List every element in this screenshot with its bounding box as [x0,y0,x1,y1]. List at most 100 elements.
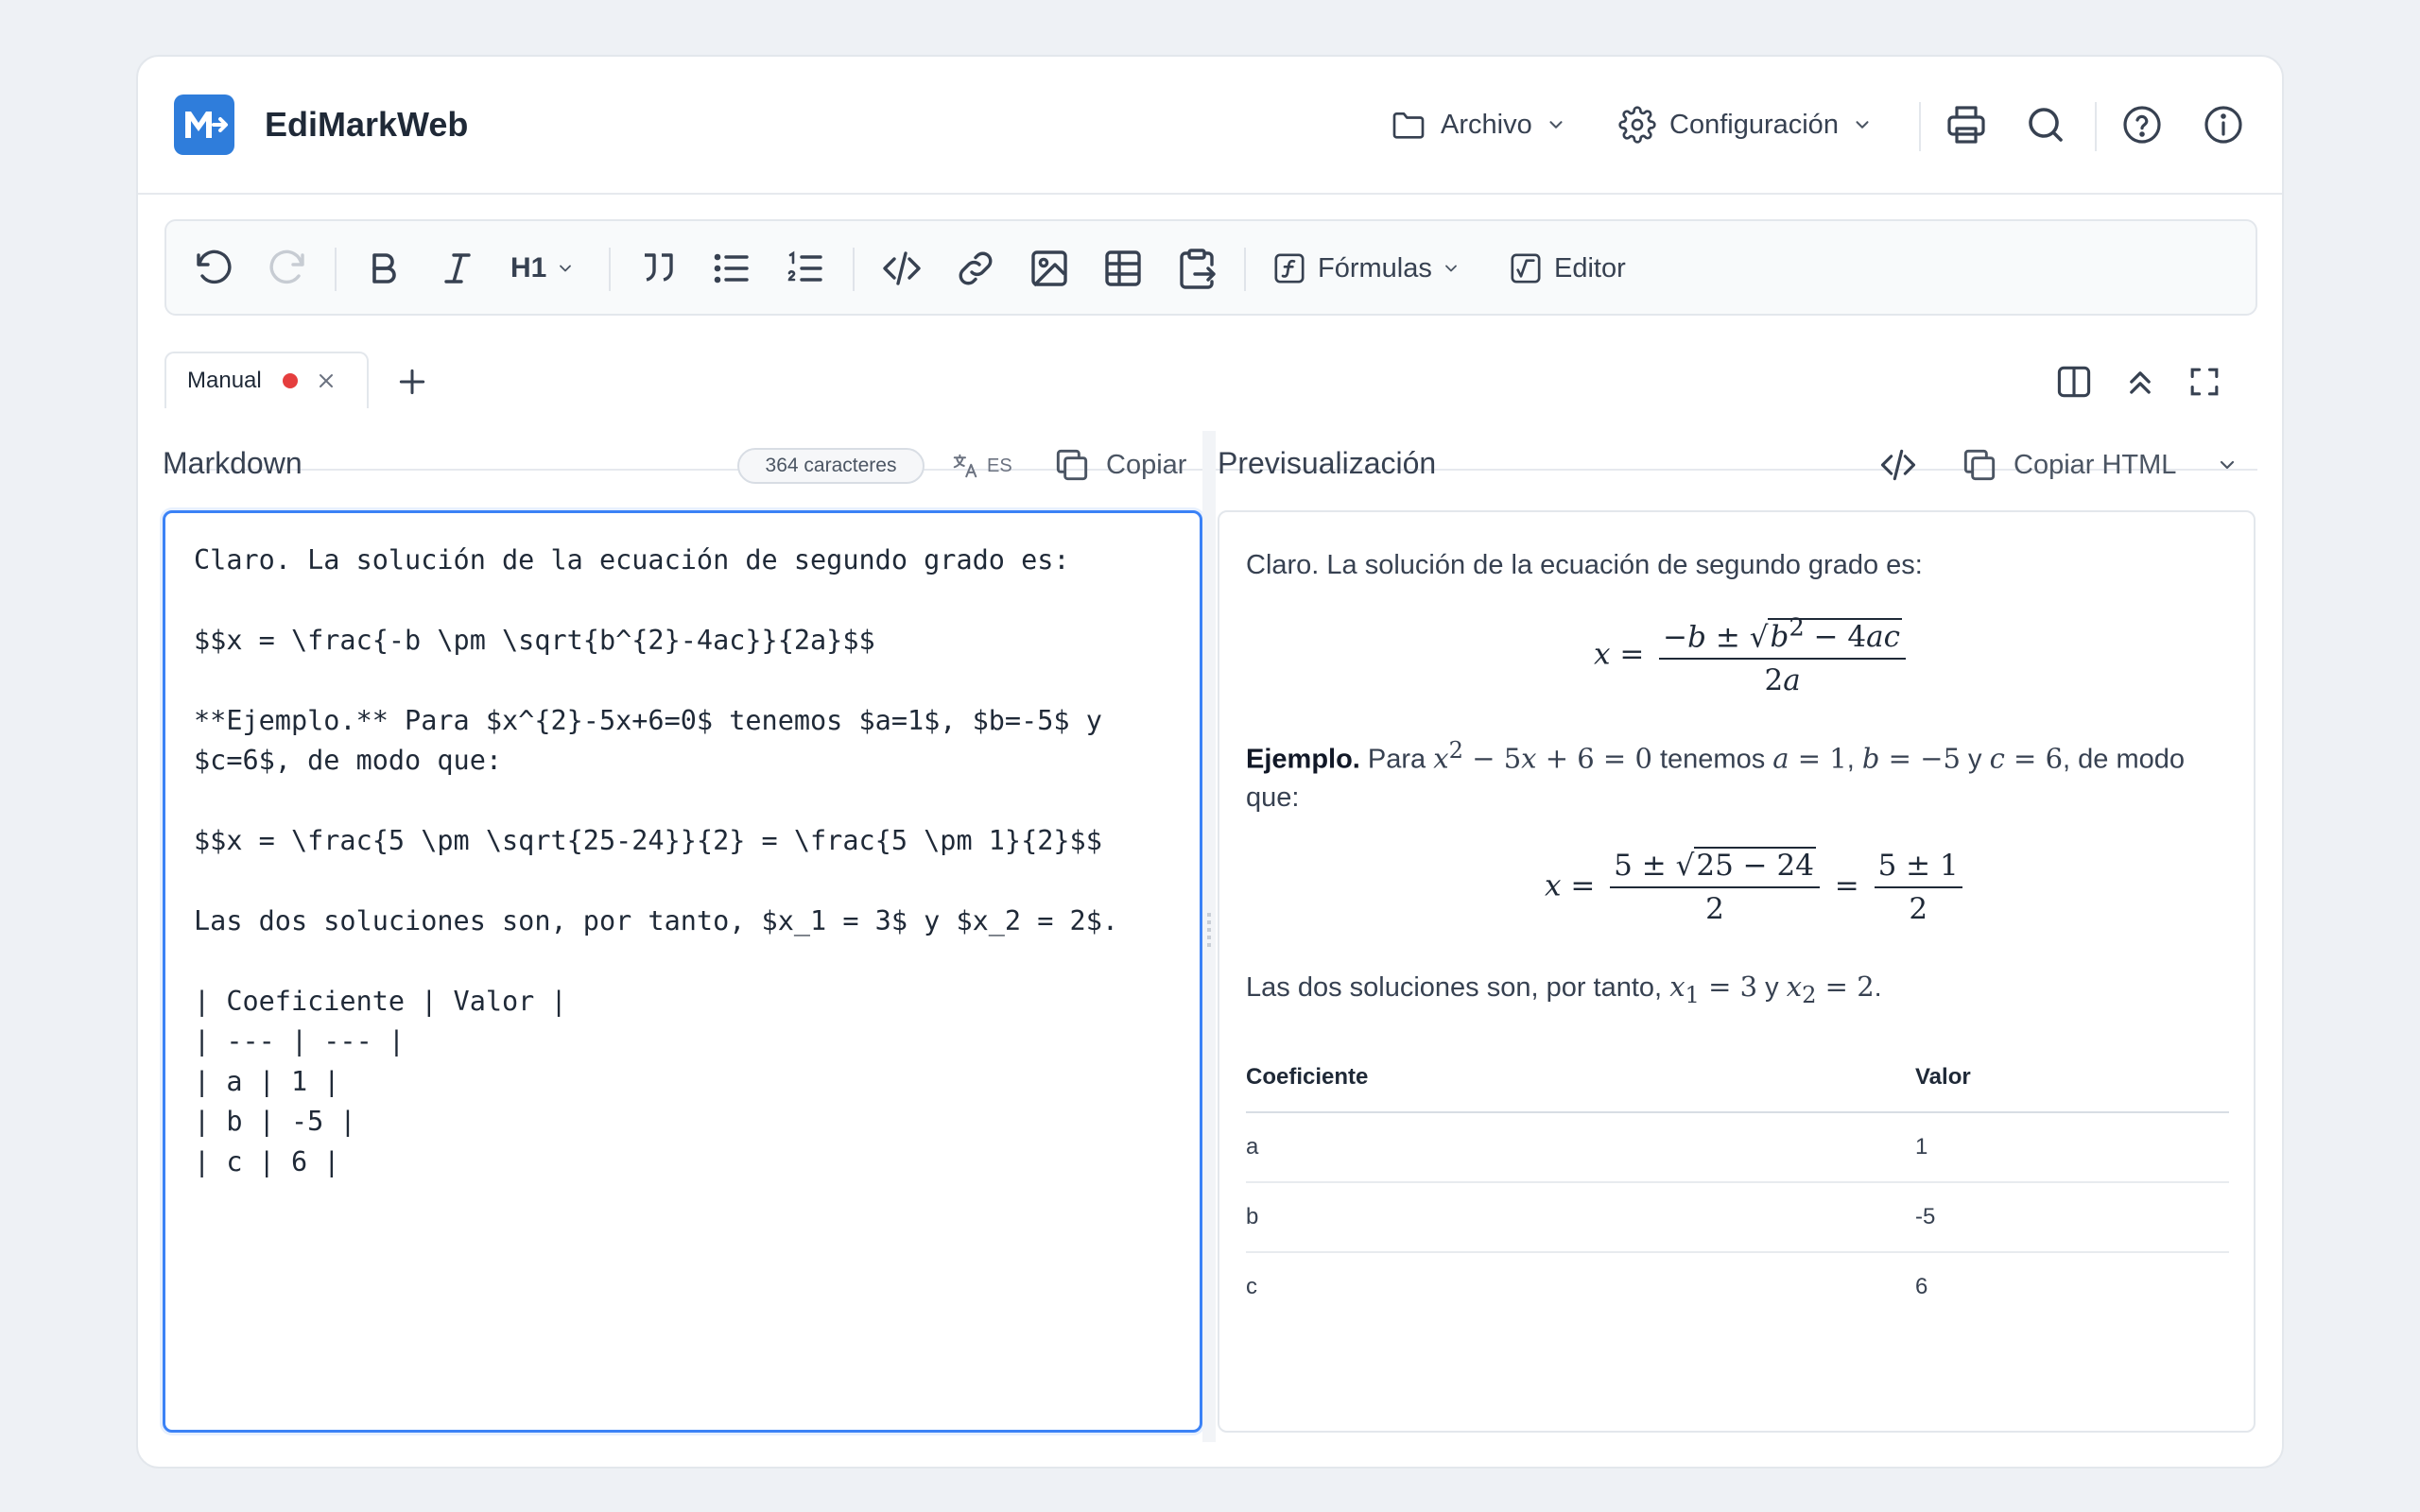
view-html-source-button[interactable] [1877,440,1919,490]
inline-text: Las dos soluciones son, por tanto, [1246,972,1663,1003]
code-icon [1880,449,1916,481]
help-button[interactable] [2119,102,2165,147]
formulas-dropdown[interactable]: Fórmulas [1270,244,1461,293]
fullscreen-button[interactable] [2184,361,2225,403]
chevron-down-icon [2220,460,2235,470]
table-cell: b [1246,1182,1915,1253]
gear-icon [1618,106,1656,144]
italic-button[interactable] [435,246,480,291]
editor-line: **Ejemplo.** Para $x^{2}-5x+6=0$ tenemos… [194,705,1102,736]
toolbar-divider [609,248,611,291]
printer-icon [1947,106,1985,144]
editor-line: | --- | --- | [194,1025,406,1057]
collapse-toolbar-button[interactable] [2119,361,2161,403]
bold-text: Ejemplo. [1246,744,1360,775]
language-indicator[interactable]: ES [951,448,1012,484]
image-button[interactable] [1027,246,1072,291]
add-tab-button[interactable] [393,363,431,401]
image-icon [1031,250,1067,287]
paste-button[interactable] [1174,246,1219,291]
table-icon [1105,250,1141,286]
quote-icon [645,253,673,282]
quadratic-formula: x = −b ± √b2 − 4ac 2a [1594,614,1911,697]
editor-line: Las dos soluciones son, por tanto, $x_1 … [194,905,1119,936]
redo-icon [269,249,304,284]
code-icon [883,251,921,285]
unsaved-indicator [282,373,298,388]
translate-icon [953,454,977,478]
chevrons-up-icon [2130,371,2151,394]
table-header: Valor [1915,1043,2229,1113]
table-header: Coeficiente [1246,1043,1915,1113]
heading-dropdown[interactable]: H1 [510,244,575,293]
copy-icon [1963,449,1996,481]
undo-button[interactable] [191,246,236,291]
copy-label: Copiar [1106,449,1187,480]
settings-menu-label: Configuración [1669,109,1839,140]
preview-paragraph: Claro. La solución de la ecuación de seg… [1246,550,1923,580]
bullet-list-button[interactable] [709,246,754,291]
link-icon [959,251,993,285]
preview-paragraph: Las dos soluciones son, por tanto, x1 = … [1246,971,1882,1008]
table-cell: c [1246,1274,1257,1299]
search-button[interactable] [2023,102,2068,147]
copy-markdown-button[interactable]: Copiar [1051,440,1186,490]
formula-editor-button[interactable]: Editor [1507,244,1626,293]
file-menu[interactable]: Archivo [1390,102,1566,147]
undo-icon [197,249,232,284]
print-button[interactable] [1944,102,1989,147]
inline-text: tenemos [1659,744,1766,775]
file-menu-label: Archivo [1441,109,1532,140]
formulas-label: Fórmulas [1318,252,1432,284]
link-button[interactable] [953,246,998,291]
panel-resizer[interactable] [1202,431,1216,1442]
heading-label: H1 [510,252,547,284]
resize-grip [1207,913,1211,947]
editor-line: | a | 1 | [194,1066,340,1097]
table-row: b -5 [1246,1182,2229,1253]
numbered-list-icon [787,250,822,282]
preview-paragraph: Ejemplo. Para x2 − 5x + 6 = 0 tenemos a … [1246,737,2185,775]
clipboard-icon [1180,249,1216,289]
split-view-button[interactable] [2053,361,2095,403]
redo-button[interactable] [265,246,310,291]
code-button[interactable] [879,246,925,291]
copy-html-button[interactable]: Copiar HTML [1959,440,2176,490]
markdown-preview: Claro. La solución de la ecuación de seg… [1218,510,2256,1433]
bold-button[interactable] [361,246,406,291]
markdown-editor[interactable]: Claro. La solución de la ecuación de seg… [163,510,1202,1433]
copy-icon [1056,449,1088,481]
close-icon[interactable] [315,369,337,392]
quote-button[interactable] [635,246,681,291]
inline-text: , de modo [2063,744,2185,775]
header-divider [2095,102,2097,151]
numbered-list-button[interactable] [783,246,828,291]
app-header: EdiMarkWeb Archivo Configuración [138,57,2282,195]
fullscreen-icon [2190,368,2219,396]
toolbar-divider [1244,248,1246,291]
editor-line: | Coeficiente | Valor | [194,986,567,1017]
copy-html-label: Copiar HTML [2014,449,2177,480]
square-root-icon [1511,253,1541,284]
preview-panel-title: Previsualización [1218,446,1437,480]
table-cell: a [1246,1112,1915,1183]
tab-label: Manual [187,368,262,393]
folder-icon [1392,112,1425,139]
header-divider [1919,102,1921,151]
table-row: c 6 [1246,1252,2229,1321]
columns-icon [2057,366,2091,398]
italic-icon [444,253,471,284]
info-button[interactable] [2201,102,2246,147]
editor-line: Claro. La solución de la ecuación de seg… [194,544,1070,576]
editor-line: | c | 6 | [194,1146,340,1177]
tab-manual[interactable]: Manual [164,352,369,408]
chevron-down-icon [1444,265,1457,272]
app-title: EdiMarkWeb [265,105,469,144]
copy-options-dropdown[interactable] [2216,440,2238,490]
example-formula: x = 5 ± √25 − 24 2 = 5 ± 12 [1545,847,1968,926]
markdown-panel-title: Markdown [163,446,302,480]
table-row: a 1 [1246,1112,2229,1183]
settings-menu[interactable]: Configuración [1618,102,1873,147]
table-button[interactable] [1100,246,1146,291]
chevron-down-icon [560,265,572,272]
